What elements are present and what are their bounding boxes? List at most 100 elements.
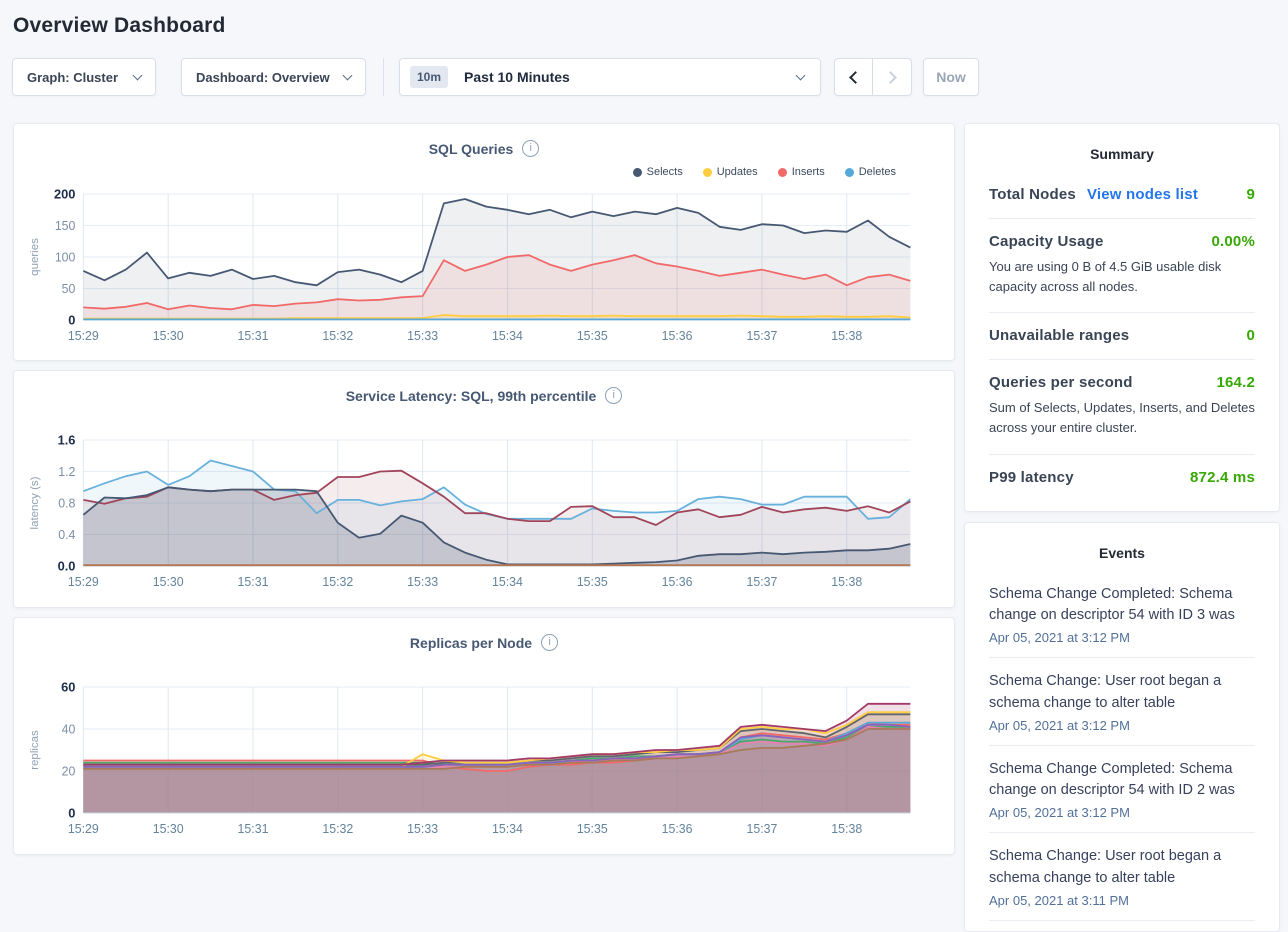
info-icon[interactable]: i (605, 387, 622, 404)
metric-value: 9 (1246, 186, 1255, 203)
svg-text:15:38: 15:38 (831, 575, 862, 589)
event-timestamp: Apr 05, 2021 at 3:12 PM (989, 805, 1255, 820)
svg-text:40: 40 (62, 722, 76, 736)
now-button-disabled[interactable]: Now (923, 58, 979, 96)
graph-dropdown[interactable]: Graph: Cluster (12, 58, 156, 96)
event-timestamp: Apr 05, 2021 at 3:12 PM (989, 630, 1255, 645)
next-range-button-disabled[interactable] (873, 58, 912, 96)
legend-label: Updates (717, 166, 758, 178)
svg-text:15:36: 15:36 (662, 329, 693, 343)
previous-range-button[interactable] (834, 58, 873, 96)
svg-text:15:37: 15:37 (746, 822, 777, 836)
content-area: SQL Queries i SelectsUpdatesInsertsDelet… (13, 123, 1280, 932)
svg-text:1.6: 1.6 (58, 432, 76, 447)
svg-text:15:33: 15:33 (407, 329, 438, 343)
metric-value: 872.4 ms (1190, 469, 1255, 486)
summary-metric-row: Unavailable ranges0 (989, 313, 1255, 360)
summary-title: Summary (989, 142, 1255, 172)
summary-metric-row: Capacity Usage0.00%You are using 0 B of … (989, 219, 1255, 313)
summary-metric-row: Queries per second164.2Sum of Selects, U… (989, 360, 1255, 454)
metric-description: You are using 0 B of 4.5 GiB usable disk… (989, 257, 1255, 297)
chart-title: SQL Queries (429, 141, 514, 157)
svg-text:150: 150 (55, 219, 76, 233)
metric-value: 0 (1246, 327, 1255, 344)
metric-label: Total Nodes (989, 186, 1076, 203)
view-nodes-list-link[interactable]: View nodes list (1087, 186, 1198, 203)
legend-dot-icon (703, 168, 712, 177)
event-timestamp: Apr 05, 2021 at 3:12 PM (989, 718, 1255, 733)
svg-text:15:30: 15:30 (153, 329, 184, 343)
legend-label: Inserts (792, 166, 825, 178)
event-text: Schema Change: User root began a schema … (989, 671, 1255, 715)
svg-text:60: 60 (61, 679, 75, 694)
events-panel: Events Schema Change Completed: Schema c… (964, 522, 1280, 932)
chart-title-row: SQL Queries i (24, 140, 944, 157)
svg-text:15:30: 15:30 (153, 822, 184, 836)
event-timestamp: Apr 05, 2021 at 3:11 PM (989, 893, 1255, 908)
time-range-badge: 10m (410, 66, 448, 88)
legend-dot-icon (778, 168, 787, 177)
controls-row: Graph: Cluster Dashboard: Overview 10m P… (12, 58, 1288, 96)
svg-text:15:29: 15:29 (68, 822, 99, 836)
chevron-down-icon (343, 70, 353, 80)
dashboard-dropdown-label: Dashboard: Overview (196, 70, 330, 85)
svg-text:15:35: 15:35 (577, 575, 608, 589)
svg-text:15:32: 15:32 (322, 575, 353, 589)
svg-text:15:37: 15:37 (746, 329, 777, 343)
legend-item: Updates (703, 166, 758, 178)
y-axis-title: replicas (29, 730, 41, 770)
chart-title-row: Service Latency: SQL, 99th percentile i (24, 387, 944, 404)
svg-text:1.2: 1.2 (58, 465, 75, 479)
metric-value: 0.00% (1211, 233, 1255, 250)
svg-text:15:38: 15:38 (831, 822, 862, 836)
legend-item: Deletes (845, 166, 896, 178)
chevron-left-icon (849, 71, 862, 84)
svg-text:15:36: 15:36 (662, 822, 693, 836)
event-item: Schema Change: User root began a schema … (989, 833, 1255, 921)
metric-label: Queries per second (989, 374, 1133, 391)
svg-text:15:38: 15:38 (831, 329, 862, 343)
svg-text:15:31: 15:31 (238, 329, 269, 343)
legend-dot-icon (845, 168, 854, 177)
sidebar-column: Summary Total Nodes View nodes list 9 Capac… (964, 123, 1280, 932)
svg-text:15:29: 15:29 (68, 575, 99, 589)
svg-text:15:32: 15:32 (322, 822, 353, 836)
time-range-selector[interactable]: 10m Past 10 Minutes (399, 58, 821, 96)
divider (383, 58, 384, 96)
summary-metric-row: Total Nodes View nodes list 9 (989, 172, 1255, 219)
svg-text:15:33: 15:33 (407, 575, 438, 589)
page-title: Overview Dashboard (13, 14, 1288, 38)
summary-metric-row: P99 latency 872.4 ms (989, 455, 1255, 501)
dashboard-dropdown[interactable]: Dashboard: Overview (181, 58, 366, 96)
chart-card-sql-queries: SQL Queries i SelectsUpdatesInsertsDelet… (13, 123, 955, 361)
chart-card-replicas-per-node: Replicas per Node i 020406015:2915:3015:… (13, 617, 955, 855)
info-icon[interactable]: i (541, 634, 558, 651)
svg-text:15:34: 15:34 (492, 575, 523, 589)
y-axis-title: latency (s) (29, 476, 41, 529)
y-axis-title: queries (29, 238, 41, 276)
svg-text:15:34: 15:34 (492, 329, 523, 343)
svg-text:100: 100 (55, 250, 76, 264)
svg-text:15:35: 15:35 (577, 329, 608, 343)
chevron-down-icon (133, 70, 143, 80)
legend-dot-icon (633, 168, 642, 177)
summary-panel: Summary Total Nodes View nodes list 9 Capac… (964, 123, 1280, 512)
service-latency-plot[interactable]: 0.00.40.81.21.615:2915:3015:3115:3215:33… (24, 426, 944, 598)
chart-title-row: Replicas per Node i (24, 634, 944, 651)
event-text: Schema Change Completed: Schema change o… (989, 584, 1255, 628)
svg-text:15:37: 15:37 (746, 575, 777, 589)
time-pager (834, 58, 912, 96)
svg-text:20: 20 (62, 764, 76, 778)
chart-title: Service Latency: SQL, 99th percentile (346, 388, 597, 404)
info-icon[interactable]: i (522, 140, 539, 157)
svg-text:15:36: 15:36 (662, 575, 693, 589)
chart-legend: SelectsUpdatesInsertsDeletes (24, 157, 944, 180)
metric-value: 164.2 (1216, 374, 1255, 391)
replicas-per-node-plot[interactable]: 020406015:2915:3015:3115:3215:3315:3415:… (24, 673, 944, 845)
metric-label: P99 latency (989, 469, 1074, 486)
legend-item: Inserts (778, 166, 825, 178)
charts-column: SQL Queries i SelectsUpdatesInsertsDelet… (13, 123, 955, 855)
overview-dashboard-page: Overview Dashboard Graph: Cluster Dashbo… (0, 14, 1288, 932)
sql-queries-plot[interactable]: 05010015020015:2915:3015:3115:3215:3315:… (24, 180, 944, 352)
svg-text:15:32: 15:32 (322, 329, 353, 343)
